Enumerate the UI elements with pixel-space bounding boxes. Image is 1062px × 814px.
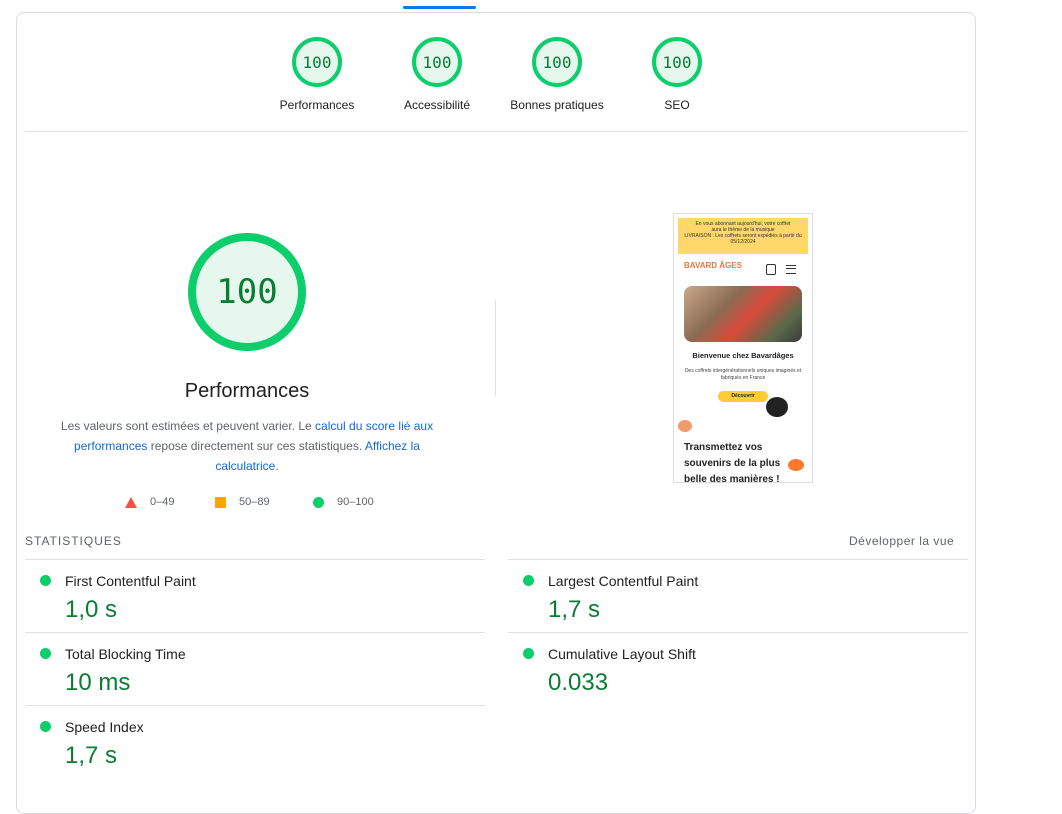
metric-tbt: Total Blocking Time 10 ms	[25, 632, 485, 706]
metric-value: 10 ms	[65, 669, 131, 696]
screenshot-banner: En vous abonnant aujourd'hui, votre coff…	[678, 218, 808, 254]
gauge-seo[interactable]: 100 SEO	[617, 37, 737, 112]
metric-fcp: First Contentful Paint 1,0 s	[25, 559, 485, 633]
gauge-best-practices[interactable]: 100 Bonnes pratiques	[497, 37, 617, 112]
pass-icon	[523, 648, 534, 659]
banner-line-3: LIVRAISON : Les coffrets seront expédiés…	[684, 233, 802, 245]
gauge-accessibility[interactable]: 100 Accessibilité	[377, 37, 497, 112]
final-screenshot[interactable]: En vous abonnant aujourd'hui, votre coff…	[673, 213, 813, 483]
decorative-shape	[788, 459, 804, 471]
screenshot-logo: BAVARD ÂGES	[684, 261, 742, 270]
screenshot-welcome: Bienvenue chez Bavardâges	[692, 351, 794, 360]
legend-pass: 90–100	[313, 496, 374, 508]
legend-average-label: 50–89	[239, 496, 270, 508]
metric-lcp: Largest Contentful Paint 1,7 s	[508, 559, 968, 633]
expand-view-toggle[interactable]: Développer la vue	[849, 534, 954, 548]
screenshot-subtitle: Des coffrets intergénérationnels uniques…	[684, 368, 802, 381]
metric-si: Speed Index 1,7 s	[25, 705, 485, 779]
gauge-performance-label: Performances	[279, 98, 355, 112]
pass-icon	[40, 575, 51, 586]
gauge-performance[interactable]: 100 Performances	[257, 37, 377, 112]
pass-icon	[40, 721, 51, 732]
gauge-seo-label: SEO	[664, 98, 690, 112]
desc-text-3: .	[275, 459, 279, 473]
metric-title: Speed Index	[65, 719, 144, 735]
desc-text-2: repose directement sur ces statistiques.	[147, 439, 365, 453]
gauge-best-practices-label: Bonnes pratiques	[510, 98, 604, 112]
screenshot-cta: Découvrir	[718, 391, 768, 402]
metric-value: 1,7 s	[548, 596, 601, 623]
metric-title: First Contentful Paint	[65, 573, 196, 589]
gauges-divider	[25, 131, 967, 132]
legend-fail-label: 0–49	[150, 496, 175, 508]
metric-title: Total Blocking Time	[65, 646, 186, 662]
performance-score-gauge: 100	[188, 233, 306, 351]
pass-icon	[40, 648, 51, 659]
gauge-seo-score: 100	[652, 37, 702, 87]
legend-fail: 0–49	[125, 496, 174, 508]
gauge-accessibility-label: Accessibilité	[403, 98, 471, 112]
performance-title: Performances	[184, 380, 310, 402]
metric-cls: Cumulative Layout Shift 0.033	[508, 632, 968, 706]
desc-text-1: Les valeurs sont estimées et peuvent var…	[60, 419, 316, 433]
metric-value: 1,7 s	[65, 742, 118, 769]
report-card: 100 Performances 100 Accessibilité 100 B…	[16, 12, 976, 814]
metric-value: 0.033	[548, 669, 609, 696]
cart-icon	[766, 264, 776, 275]
screenshot-hero-image	[684, 286, 802, 342]
stats-header: STATISTIQUES	[25, 534, 122, 548]
quote-icon	[678, 420, 692, 432]
category-gauges: 100 Performances 100 Accessibilité 100 B…	[17, 13, 975, 132]
metric-title: Cumulative Layout Shift	[548, 646, 696, 662]
gauge-accessibility-score: 100	[412, 37, 462, 87]
decorative-blob	[766, 397, 788, 417]
square-icon	[215, 496, 226, 508]
vertical-divider	[495, 300, 496, 396]
screenshot-header: BAVARD ÂGES	[674, 254, 812, 280]
legend-average: 50–89	[215, 496, 270, 508]
menu-icon	[786, 265, 796, 274]
score-description: Les valeurs sont estimées et peuvent var…	[57, 416, 437, 476]
active-tab-indicator	[403, 6, 476, 9]
gauge-best-practices-score: 100	[532, 37, 582, 87]
circle-icon	[313, 496, 324, 508]
triangle-icon	[125, 496, 137, 508]
pass-icon	[523, 575, 534, 586]
metric-value: 1,0 s	[65, 596, 118, 623]
screenshot-transmit: Transmettez vos souvenirs de la plus bel…	[684, 442, 781, 483]
legend-pass-label: 90–100	[337, 496, 374, 508]
metric-title: Largest Contentful Paint	[548, 573, 699, 589]
gauge-performance-score: 100	[292, 37, 342, 87]
